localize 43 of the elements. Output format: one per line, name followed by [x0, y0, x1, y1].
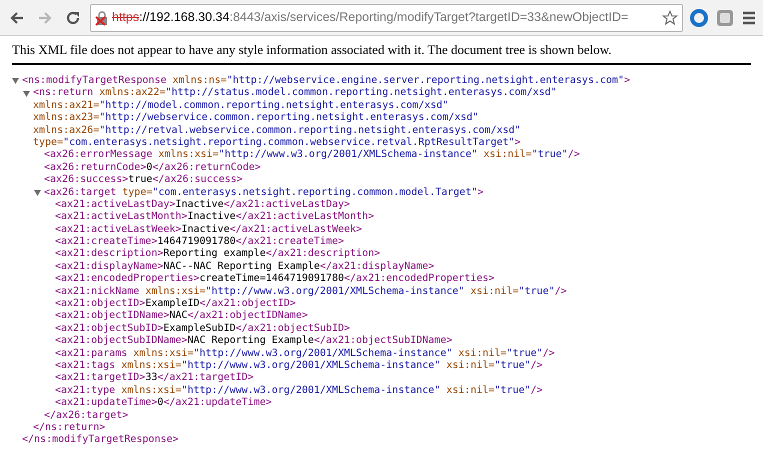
xml-line: <ax26:target type="com.enterasys.netsight.reporting.common.model.Target">: [44, 186, 484, 199]
xml-line: <ax21:activeLastMonth>Inactive</ax21:activeLastMonth>: [55, 211, 374, 224]
toggle-triangle-icon[interactable]: [23, 90, 30, 97]
xml-line: <ax21:createTime>1464719091780</ax21:createTime>: [55, 236, 344, 248]
xml-line: <ns:modifyTargetResponse xmlns:ns="http://webservice.engine.server.reporting.netsight.enterasys.com">: [22, 75, 630, 87]
xml-line: <ax26:returnCode>0</ax26:returnCode>: [44, 162, 261, 174]
star-icon[interactable]: [662, 10, 678, 26]
xml-line: xmlns:ax23="http://webservice.common.reporting.netsight.enterasys.com/xsd": [33, 112, 479, 125]
xml-line: xmlns:ax26="http://retval.webservice.common.reporting.netsight.enterasys.com/xsd": [33, 124, 521, 137]
toggle-triangle-icon[interactable]: [12, 78, 19, 84]
xml-line: xmlns:ax21="http://model.common.reporting.netsight.enterasys.com/xsd": [33, 100, 448, 112]
xml-line: <ax21:activeLastDay>Inactive</ax21:activeLastDay>: [55, 198, 350, 211]
xml-line: </ax26:target>: [44, 410, 128, 422]
ring-extension-icon[interactable]: [689, 8, 709, 28]
url-text: https://192.168.30.34:8443/axis/services/Reporting/modifyTarget?targetID=33&newObjectID=: [112, 9, 630, 26]
xml-line: <ax21:objectSubID>ExampleSubID</ax21:objectSubID>: [55, 322, 350, 335]
xml-line: <ax21:type xmlns:xsi="http://www.w3.org/2001/XMLSchema-instance" xsi:nil="true"/>: [55, 384, 543, 397]
xml-line: <ax21:encodedProperties>createTime=1464719091780</ax21:encodedProperties>: [55, 273, 495, 286]
xml-line: <ax21:updateTime>0</ax21:updateTime>: [55, 397, 272, 410]
xml-line: <ax21:objectIDName>NAC</ax21:objectIDName>: [55, 310, 308, 323]
xml-line: <ns:return xmlns:ax22="http://status.model.common.reporting.netsight.enterasys.com/xsd": [33, 87, 557, 100]
info-message: This XML file does not appear to have any style information associated with it. The document tree is shown below.: [12, 41, 613, 59]
xml-line: <ax26:success>true</ax26:success>: [44, 174, 243, 187]
xml-line: <ax21:nickName xmlns:xsi="http://www.w3.org/2001/XMLSchema-instance" xsi:nil="true"/>: [55, 286, 567, 298]
address-bar[interactable]: https://192.168.30.34:8443/axis/services/Reporting/modifyTarget?targetID=33&newObjectID=: [90, 4, 683, 32]
xml-line: type="com.enterasys.netsight.reporting.common.webservice.retval.RptResultTarget">: [33, 136, 521, 149]
menu-icon[interactable]: [741, 10, 757, 26]
xml-line: <ax21:activeLastWeek>Inactive</ax21:activeLastWeek>: [55, 224, 362, 236]
xml-line: <ax26:errorMessage xmlns:xsi="http://www.w3.org/2001/XMLSchema-instance" xsi:nil="true"/>: [44, 149, 580, 162]
reload-icon: [65, 10, 81, 26]
xml-line: <ax21:objectID>ExampleID</ax21:objectID>: [55, 298, 296, 310]
xml-line: </ns:modifyTargetResponse>: [22, 434, 179, 447]
forward-arrow-icon: [37, 10, 53, 26]
extension-icon[interactable]: [715, 8, 735, 28]
xml-line: </ns:return>: [33, 422, 106, 434]
xml-line: <ax21:objectSubIDName>NAC Reporting Example</ax21:objectSubIDName>: [55, 335, 452, 348]
xml-line: <ax21:description>Reporting example</ax21:description>: [55, 248, 380, 261]
xml-line: <ax21:params xmlns:xsi="http://www.w3.org/2001/XMLSchema-instance" xsi:nil="true"/>: [55, 348, 555, 360]
xml-line: <ax21:tags xmlns:xsi="http://www.w3.org/2001/XMLSchema-instance" xsi:nil="true"/>: [55, 360, 543, 372]
xml-line: <ax21:targetID>33</ax21:targetID>: [55, 372, 254, 385]
toggle-triangle-icon[interactable]: [34, 190, 41, 196]
back-arrow-icon: [9, 10, 25, 26]
xml-line: <ax21:displayName>NAC--NAC Reporting Example</ax21:displayName>: [55, 260, 434, 273]
